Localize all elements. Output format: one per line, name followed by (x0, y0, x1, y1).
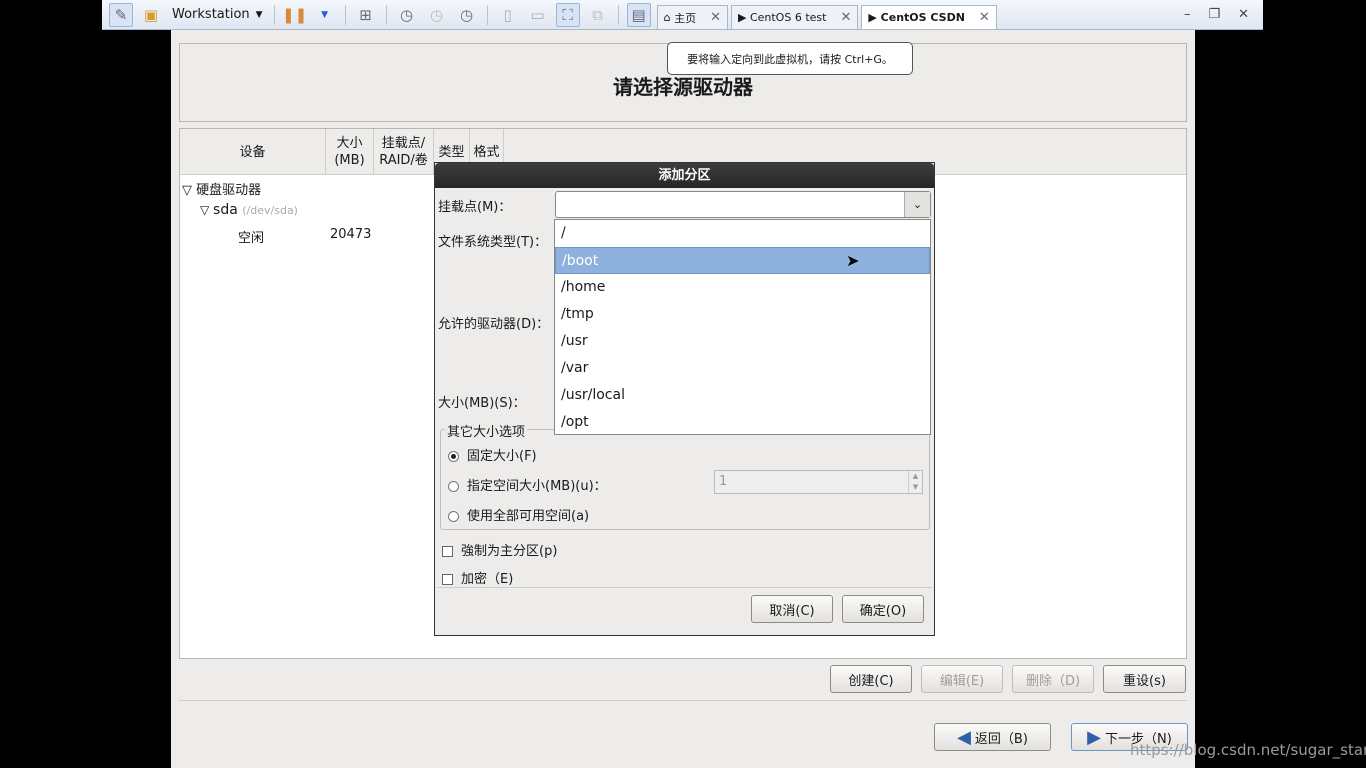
option-tmp[interactable]: /tmp (555, 301, 930, 328)
disk-path: (/dev/sda) (242, 204, 298, 217)
snapshot-icon[interactable]: ◷ (395, 3, 419, 27)
back-label: 返回（B) (974, 731, 1028, 747)
dialog-title: 添加分区 (435, 163, 934, 188)
col-device[interactable]: 设备 (180, 129, 326, 175)
edit-button[interactable]: 编辑(E) (921, 665, 1003, 693)
option-home[interactable]: /home (555, 274, 930, 301)
close-icon[interactable]: ✕ (840, 10, 851, 25)
radio-label: 使用全部可用空间(a) (467, 509, 590, 524)
pin-icon[interactable]: ✎ (109, 2, 133, 27)
vm-icon: ▶ (868, 11, 881, 24)
divider (179, 700, 1187, 701)
fill-space-radio[interactable]: 使用全部可用空间(a) (448, 505, 589, 524)
tab-label: CentOS 6 test (749, 11, 827, 24)
input-tooltip: 要将输入定向到此虚拟机，请按 Ctrl+G。 (667, 42, 913, 75)
tab-centos-csdn[interactable]: ▶ CentOS CSDN ✕ (861, 5, 997, 29)
arrow-left-icon: ◀ (957, 726, 971, 748)
size-label: 大小(MB)(S)： (438, 396, 526, 411)
tree-label: 硬盘驱动器 (196, 183, 262, 198)
size-options-group: 其它大小选项 固定大小(F) 指定空间大小(MB)(u)： 1 ▲ ▼ 使用全部可用… (440, 421, 930, 530)
options-legend: 其它大小选项 (445, 421, 528, 440)
tab-home[interactable]: ⌂ 主页 ✕ (656, 5, 728, 29)
ok-button[interactable]: 确定(O) (842, 595, 924, 623)
checkbox-label: 強制为主分区(p) (461, 544, 558, 559)
close-icon[interactable]: ✕ (710, 10, 721, 25)
option-boot[interactable]: /boot (555, 247, 930, 274)
vmware-toolbar: ✎ ▣ Workstation ▼ ❚❚ ▼ ⊞ ◷ ◷ ◷ ▯ ▭ ⛶ ⧉ ▤ … (102, 0, 1263, 30)
thumbnail-bar-icon[interactable]: ▭ (526, 3, 550, 27)
disk-name: sda (213, 202, 238, 218)
fullscreen-icon[interactable]: ⛶ (555, 2, 580, 27)
expander-icon[interactable]: ▽ (200, 203, 213, 217)
tab-label: CentOS CSDN (880, 11, 965, 24)
force-primary-checkbox[interactable]: 強制为主分区(p) (442, 540, 557, 559)
close-icon[interactable]: ✕ (979, 10, 990, 25)
home-icon: ⌂ (663, 11, 675, 24)
unity-icon[interactable]: ⧉ (586, 3, 610, 27)
col-mount[interactable]: 挂载点/ RAID/卷 (374, 129, 434, 175)
col-size[interactable]: 大小 (MB) (326, 129, 374, 175)
option-usr-local[interactable]: /usr/local (555, 382, 930, 409)
upto-size-radio[interactable]: 指定空间大小(MB)(u)： (448, 475, 607, 494)
expander-icon[interactable]: ▽ (182, 183, 196, 198)
tree-hard-drives[interactable]: ▽ 硬盘驱动器 (182, 179, 261, 198)
workstation-label: Workstation (172, 7, 250, 22)
back-button[interactable]: ◀ 返回（B) (934, 723, 1051, 751)
option-opt[interactable]: /opt (555, 409, 930, 436)
cancel-button[interactable]: 取消(C) (751, 595, 833, 623)
console-view-icon[interactable]: ▤ (626, 2, 651, 27)
option-var[interactable]: /var (555, 355, 930, 382)
fixed-size-radio[interactable]: 固定大小(F) (448, 445, 537, 464)
tab-label: 主页 (674, 11, 697, 25)
tree-sda[interactable]: ▽ sda (/dev/sda) (200, 202, 298, 218)
pause-icon[interactable]: ❚❚ (282, 3, 307, 27)
divider (437, 587, 932, 588)
free-space-size: 20473 (330, 227, 372, 242)
create-button[interactable]: 创建(C) (830, 665, 912, 693)
option-usr[interactable]: /usr (555, 328, 930, 355)
close-window-icon[interactable]: ✕ (1238, 7, 1249, 22)
snapshot-manager-icon[interactable]: ◷ (455, 3, 479, 27)
delete-button[interactable]: 删除（D) (1012, 665, 1094, 693)
drives-label: 允许的驱动器(D)： (438, 317, 550, 332)
radio-label: 指定空间大小(MB)(u)： (467, 479, 607, 494)
reset-button[interactable]: 重设(s) (1103, 665, 1186, 693)
minimize-icon[interactable]: – (1184, 7, 1191, 22)
arrow-right-icon: ▶ (1087, 726, 1102, 748)
revert-snapshot-icon[interactable]: ◷ (425, 3, 449, 27)
checkbox-label: 加密（E) (461, 572, 514, 587)
chevron-down-icon[interactable]: ⌄ (904, 192, 930, 217)
mount-point-combobox[interactable]: ⌄ (555, 191, 931, 218)
restore-icon[interactable]: ❐ (1208, 7, 1220, 22)
mouse-cursor-icon: ➤ (846, 251, 860, 270)
workstation-menu[interactable]: Workstation ▼ (172, 7, 263, 22)
spinner-value: 1 (719, 474, 728, 489)
chevron-down-icon[interactable]: ▼ (313, 3, 337, 27)
mount-point-dropdown-list: / /boot /home /tmp /usr /var /usr/local … (554, 219, 931, 435)
upto-size-spinner[interactable]: 1 ▲ ▼ (714, 470, 923, 494)
option-root[interactable]: / (555, 220, 930, 247)
watermark: https://blog.csdn.net/sugar_star (1130, 741, 1366, 759)
spinner-arrows-icon[interactable]: ▲ ▼ (908, 471, 922, 493)
encrypt-checkbox[interactable]: 加密（E) (442, 568, 513, 587)
send-ctrl-alt-del-icon[interactable]: ⊞ (354, 3, 378, 27)
sidebar-icon[interactable]: ▯ (496, 3, 520, 27)
tab-centos6-test[interactable]: ▶ CentOS 6 test ✕ (730, 5, 859, 29)
mount-label: 挂载点(M)： (438, 200, 512, 215)
vm-icon: ▶ (737, 11, 750, 24)
free-space-label[interactable]: 空闲 (238, 227, 264, 246)
workstation-logo-icon: ▣ (143, 5, 159, 24)
fstype-label: 文件系统类型(T)： (438, 235, 548, 250)
radio-label: 固定大小(F) (467, 449, 537, 464)
